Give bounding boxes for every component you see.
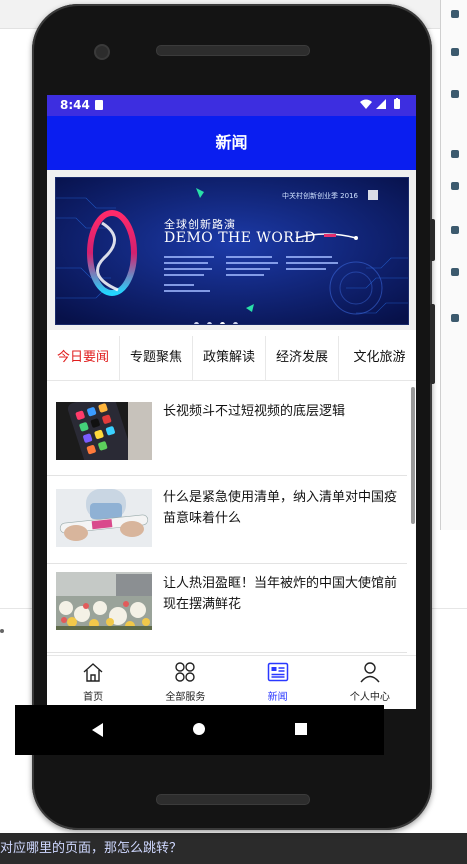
app-screen: 8:44 新闻 全球创新路演 DEMO THE WORLD 中关村创新创业季 2… — [47, 95, 416, 709]
news-title[interactable]: 长视频斗不过短视频的底层逻辑 — [163, 401, 399, 422]
page-title: 新闻 — [47, 116, 416, 170]
news-thumbnail — [56, 572, 152, 630]
news-title[interactable]: 什么是紧急使用清单，纳入清单对中国疫苗意味着什么 — [163, 487, 399, 529]
recents-icon[interactable] — [295, 723, 307, 735]
camera-icon — [94, 44, 110, 60]
bottom-navigation: 首页 全部服务 新闻 个人中心 — [47, 655, 416, 709]
news-thumbnail — [56, 402, 152, 460]
carousel-dot[interactable] — [207, 322, 212, 324]
android-nav-bar — [15, 705, 384, 755]
status-bar: 8:44 — [47, 95, 416, 116]
home-icon — [47, 661, 139, 687]
person-icon — [324, 661, 416, 687]
volume-button[interactable] — [430, 304, 435, 384]
nav-label: 新闻 — [267, 692, 288, 703]
home-circle-icon[interactable] — [193, 723, 205, 735]
grid-icon — [139, 661, 231, 687]
nav-item-2[interactable]: 全部服务 — [139, 656, 231, 709]
news-icon — [232, 661, 324, 687]
banner-carousel[interactable]: 全球创新路演 DEMO THE WORLD 中关村创新创业季 2016 — [47, 170, 416, 330]
tab-4[interactable]: 经济发展 — [266, 336, 339, 380]
signal-battery-icon — [360, 98, 400, 109]
news-item[interactable]: 长视频斗不过短视频的底层逻辑 — [47, 387, 407, 476]
banner-image[interactable]: 全球创新路演 DEMO THE WORLD 中关村创新创业季 2016 — [55, 177, 409, 325]
tab-1[interactable]: 今日要闻 — [47, 336, 120, 380]
carousel-dot[interactable] — [233, 322, 238, 324]
desktop-dot — [0, 629, 4, 633]
sd-card-icon — [95, 100, 103, 110]
top-speaker — [156, 45, 310, 56]
nav-label: 首页 — [83, 692, 104, 703]
news-item[interactable]: 什么是紧急使用清单，纳入清单对中国疫苗意味着什么 — [47, 475, 407, 564]
category-tabs: 今日要闻 专题聚焦 政策解读 经济发展 文化旅游 — [47, 336, 416, 381]
tab-2[interactable]: 专题聚焦 — [120, 336, 193, 380]
news-thumbnail — [56, 489, 152, 547]
carousel-indicator — [194, 312, 246, 324]
news-item[interactable]: 让人热泪盈眶！当年被炸的中国大使馆前现在摆满鲜花 — [47, 564, 407, 653]
back-icon[interactable] — [92, 723, 103, 737]
tab-5[interactable]: 文化旅游 — [339, 336, 416, 380]
power-button[interactable] — [430, 219, 435, 261]
desktop-side-panel — [440, 0, 467, 530]
desktop-bottom-text: 对应哪里的页面，那怎么跳转？ — [0, 833, 467, 864]
nav-item-3[interactable]: 新闻 — [232, 656, 324, 709]
news-title[interactable]: 让人热泪盈眶！当年被炸的中国大使馆前现在摆满鲜花 — [163, 573, 399, 615]
tab-3[interactable]: 政策解读 — [193, 336, 266, 380]
bottom-speaker — [156, 794, 310, 805]
carousel-dot[interactable] — [194, 322, 199, 324]
nav-label: 全部服务 — [165, 692, 206, 703]
nav-item-4[interactable]: 个人中心 — [324, 656, 416, 709]
banner-title: DEMO THE WORLD — [164, 230, 316, 246]
nav-label: 个人中心 — [349, 692, 390, 703]
status-icons — [358, 98, 406, 113]
carousel-dot[interactable] — [220, 322, 225, 324]
status-time: 8:44 — [60, 98, 90, 112]
nav-item-1[interactable]: 首页 — [47, 656, 139, 709]
banner-event: 中关村创新创业季 2016 — [281, 192, 358, 200]
scrollbar[interactable] — [411, 387, 415, 524]
